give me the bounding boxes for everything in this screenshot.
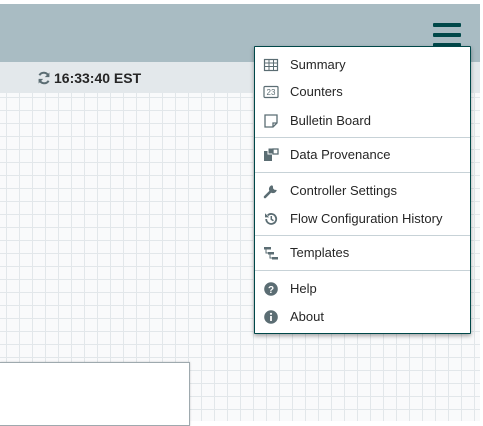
hamburger-bar [433, 33, 461, 37]
menu-item-help[interactable]: ? Help [255, 277, 470, 301]
provenance-icon [263, 147, 279, 163]
question-circle-icon: ? [263, 281, 279, 297]
info-circle-icon [263, 309, 279, 325]
menu-item-bulletin-board[interactable]: Bulletin Board [255, 109, 470, 133]
history-icon [263, 211, 279, 227]
global-menu: Summary 23 Counters Bulletin Board Data … [254, 46, 471, 334]
svg-text:?: ? [268, 285, 274, 296]
menu-item-flow-configuration-history[interactable]: Flow Configuration History [255, 207, 470, 231]
menu-item-templates[interactable]: Templates [255, 241, 470, 265]
menu-divider [255, 270, 470, 271]
menu-divider [255, 172, 470, 173]
menu-item-controller-settings[interactable]: Controller Settings [255, 179, 470, 203]
menu-item-label: Bulletin Board [290, 113, 371, 128]
last-refreshed-time: 16:33:40 EST [54, 70, 142, 86]
menu-item-summary[interactable]: Summary [255, 53, 470, 77]
menu-item-data-provenance[interactable]: Data Provenance [255, 143, 470, 167]
template-icon [263, 245, 279, 261]
refresh-icon[interactable] [37, 71, 51, 88]
menu-item-about[interactable]: About [255, 305, 470, 329]
menu-item-label: About [290, 309, 324, 324]
menu-item-label: Help [290, 281, 317, 296]
menu-item-label: Templates [290, 245, 350, 260]
menu-item-label: Controller Settings [290, 183, 397, 198]
menu-item-label: Flow Configuration History [290, 211, 443, 226]
refresh-status[interactable]: 16:33:40 EST [37, 70, 141, 86]
menu-item-label: Data Provenance [290, 147, 391, 162]
wrench-icon [263, 183, 279, 199]
global-menu-button[interactable] [433, 23, 461, 47]
menu-item-label: Summary [290, 57, 346, 72]
menu-divider [255, 137, 470, 138]
table-icon [263, 57, 279, 73]
counter-icon: 23 [263, 84, 279, 100]
menu-item-label: Counters [290, 84, 343, 99]
menu-divider [255, 235, 470, 236]
hamburger-bar [433, 23, 461, 27]
sticky-note-icon [263, 113, 279, 129]
counter-glyph: 23 [267, 88, 276, 97]
menu-item-counters[interactable]: 23 Counters [255, 80, 470, 104]
canvas-component-box[interactable] [0, 362, 190, 426]
